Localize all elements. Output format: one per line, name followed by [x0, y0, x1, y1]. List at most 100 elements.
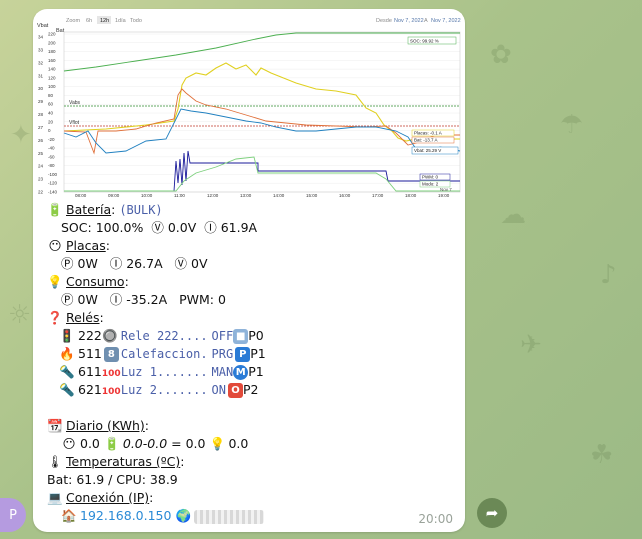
y-left-tick: 30: [38, 86, 44, 91]
globe-icon: 🌍: [175, 508, 192, 523]
y-right-tick: 160: [48, 58, 56, 63]
fire-icon: 🔥: [59, 346, 75, 361]
y-right-tick: 140: [48, 67, 56, 72]
chart-svg: Zoom 6h 12h 1día Todo Desde Nov 7, 2022 …: [36, 13, 462, 199]
zoom-6h[interactable]: 6h: [86, 18, 92, 24]
y-left-tick: 24: [38, 164, 44, 169]
y-left-tick: 22: [38, 190, 44, 195]
y-right-tick: 40: [48, 111, 54, 116]
zoom-todo[interactable]: Todo: [130, 18, 142, 24]
voltage-icon: Ⓥ: [174, 256, 188, 271]
consumo-values: Ⓟ 0W Ⓘ -35.2A PWM: 0: [61, 292, 226, 307]
y-right-tick: -80: [48, 163, 55, 168]
sun-face-icon: 😶: [62, 436, 76, 451]
question-mark-icon: ❓: [47, 310, 63, 325]
status-message: 🔋 Batería: (BULK) SOC: 100.0% Ⓥ 0.0V Ⓘ 61…: [47, 201, 455, 525]
battery-icon: 🔋: [104, 436, 120, 451]
y-left-tick: 27: [38, 125, 44, 130]
soc-value: 100.0%: [95, 220, 144, 235]
y-left-tick: 23: [38, 177, 44, 182]
priority-square-icon: ■: [233, 329, 249, 344]
x-tick: 08:00: [75, 193, 87, 198]
temperaturas-heading: 🌡 Temperaturas (ºC):: [47, 454, 185, 469]
y-right-tick: 80: [48, 93, 54, 98]
range-from-label: Desde: [376, 18, 392, 24]
flashlight-icon: 🔦: [59, 364, 75, 379]
y-left-tick: 29: [38, 99, 44, 104]
share-button[interactable]: ➦: [477, 498, 507, 528]
y-right-tick: -60: [48, 154, 55, 159]
lightbulb-icon: 💡: [47, 274, 63, 289]
y-left-tick: 33: [38, 47, 44, 52]
range-to-label: A: [424, 18, 428, 24]
current-icon: Ⓘ: [204, 220, 217, 235]
relay-row: 🔦 621100Luz 2....... ON O P2: [47, 381, 455, 399]
y-right-tick: -20: [48, 137, 55, 142]
solar-chart: Zoom 6h 12h 1día Todo Desde Nov 7, 2022 …: [36, 13, 462, 199]
y-left-tick: 34: [38, 35, 44, 40]
battery-icon: 🔋: [47, 202, 63, 217]
power-icon: Ⓟ: [61, 256, 74, 271]
lightbulb-icon: 💡: [209, 436, 226, 451]
relay-row: 🔦 611100Luz 1....... MAN M P1: [47, 363, 455, 381]
voltage-icon: Ⓥ: [151, 220, 164, 235]
laptop-icon: 💻: [47, 490, 63, 505]
sun-face-icon: 😶: [48, 238, 62, 253]
consumo-heading: 💡 Consumo:: [47, 274, 129, 289]
legend-date: Nov 7: [440, 187, 452, 192]
relay-row: 🚦 222🔘 Rele 222.... OFF ■ P0: [59, 328, 264, 344]
placas-values: Ⓟ 0W Ⓘ 26.7A Ⓥ 0V: [61, 256, 208, 271]
y-right-tick: 120: [48, 75, 56, 80]
y-right-tick: 60: [48, 102, 54, 107]
y-right-tick: -140: [48, 190, 58, 195]
legend-bat: Bat: -13.7 A: [414, 138, 438, 143]
legend-soc: SOC: 99.92 %: [410, 39, 439, 44]
placas-heading: 😶 Placas:: [48, 238, 110, 253]
o-button-icon: O: [228, 383, 243, 398]
traffic-light-icon: 🚦: [59, 328, 75, 343]
calendar-icon: 📆: [47, 418, 63, 433]
local-ip-link[interactable]: 192.168.0.150: [80, 508, 171, 523]
y-left-tick: 26: [38, 138, 44, 143]
radio-button-icon: 🔘: [102, 328, 118, 343]
public-ip-redacted: [194, 509, 265, 524]
bateria-heading: 🔋 Batería: (BULK): [47, 202, 163, 217]
y-right-tick: 200: [48, 40, 56, 45]
house-icon: 🏠: [61, 508, 77, 523]
x-tick: 18:00: [405, 193, 417, 198]
temperaturas-values: Bat: 61.9 / CPU: 38.9: [47, 472, 178, 487]
zoom-1dia[interactable]: 1día: [115, 18, 127, 24]
flashlight-icon: 🔦: [59, 382, 75, 397]
conexion-values: 🏠 192.168.0.150 🌍: [47, 507, 455, 525]
message-bubble: Zoom 6h 12h 1día Todo Desde Nov 7, 2022 …: [33, 9, 465, 532]
x-tick: 10:00: [141, 193, 153, 198]
x-tick: 12:00: [207, 193, 219, 198]
y-left-tick: 28: [38, 112, 44, 117]
axis-vbat-label: Vbat: [37, 23, 49, 29]
thermometer-icon: 🌡: [47, 454, 63, 469]
y-left-tick: 32: [38, 60, 44, 65]
x-tick: 17:00: [372, 193, 384, 198]
x-tick: 09:00: [108, 193, 120, 198]
y-left-tick: 31: [38, 73, 44, 78]
reles-heading: ❓ Relés:: [47, 310, 104, 325]
legend-pwm: PWM: 0: [422, 175, 438, 180]
current-icon: Ⓘ: [109, 256, 123, 271]
axis-bat-label: Bat: [56, 28, 65, 34]
y-right-tick: 220: [48, 32, 56, 37]
range-from[interactable]: Nov 7, 2022: [394, 18, 424, 24]
y-right-tick: -40: [48, 146, 55, 151]
y-right-tick: 180: [48, 49, 56, 54]
keycap-8-icon: 8: [103, 347, 119, 362]
x-tick: 19:00: [438, 193, 450, 198]
x-tick: 11:00: [174, 193, 185, 198]
m-circle-icon: M: [233, 365, 249, 380]
legend-vbat: Vbat: 25.29 V: [414, 148, 441, 153]
diario-values: 😶 0.0 🔋 0.0-0.0 = 0.0 💡 0.0: [62, 436, 249, 451]
zoom-12h[interactable]: 12h: [100, 18, 109, 24]
range-to[interactable]: Nov 7, 2022: [431, 18, 461, 24]
share-arrow-icon: ➦: [485, 504, 499, 522]
vflot-label: Vflot: [69, 120, 80, 126]
conexion-heading: 💻 Conexión (IP):: [47, 490, 154, 505]
y-right-tick: -100: [48, 172, 58, 177]
